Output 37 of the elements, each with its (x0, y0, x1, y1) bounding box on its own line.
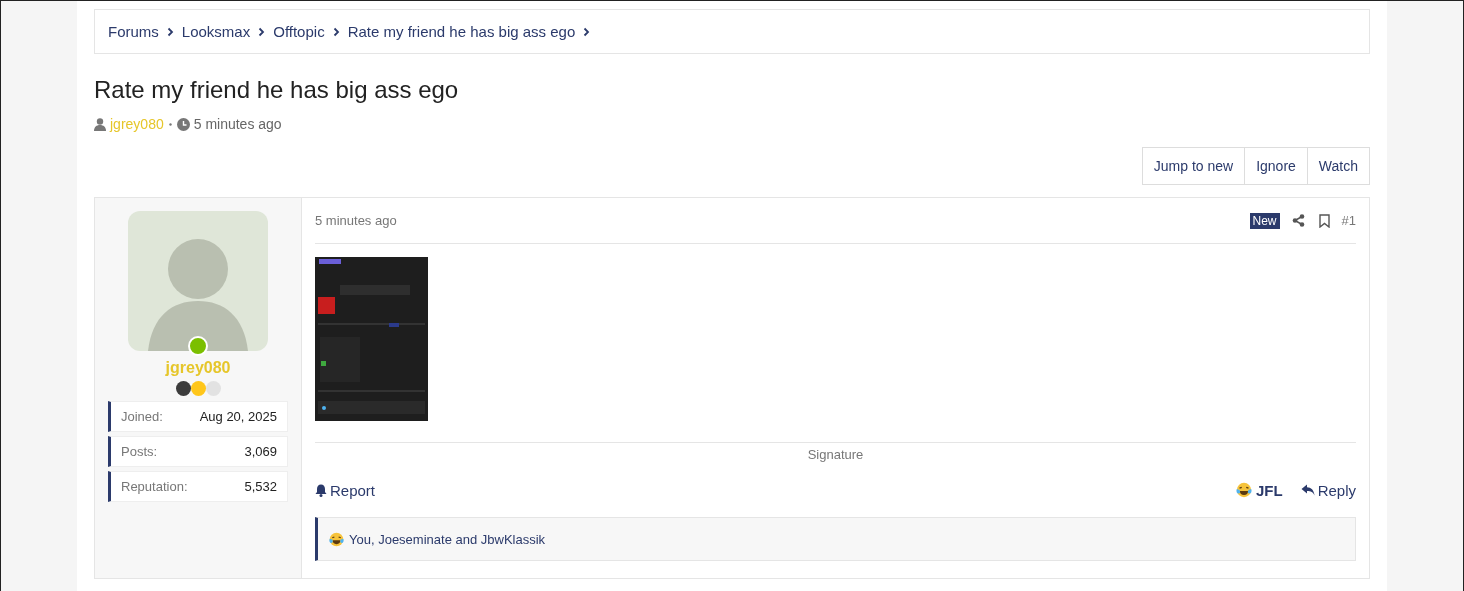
stat-value: 5,532 (244, 479, 277, 494)
user-icon (94, 117, 106, 131)
report-link[interactable]: Report (315, 481, 376, 499)
stat-label: Reputation: (121, 479, 188, 494)
laughing-crying-face-icon (1234, 481, 1253, 499)
breadcrumb-link[interactable]: Rate my friend he has big ass ego (347, 23, 576, 40)
laughing-crying-face-icon (328, 530, 345, 548)
reactions-summary-link[interactable]: You, Joeseminate and JbwKlassik (349, 531, 546, 547)
thread-time: 5 minutes ago (193, 116, 282, 132)
reply-arrow-icon (1300, 484, 1315, 496)
chevron-right-icon (332, 26, 340, 37)
post-time: 5 minutes ago (315, 213, 397, 228)
stat-value: 3,069 (244, 444, 277, 459)
thread-action-button[interactable]: Jump to new (1141, 147, 1246, 185)
thread-action-button[interactable]: Watch (1307, 147, 1370, 185)
breadcrumb-link[interactable]: Forums (108, 23, 159, 40)
separator-dot-icon (167, 121, 173, 127)
share-icon (1291, 214, 1305, 227)
stat-label: Posts: (121, 444, 158, 459)
chevron-right-icon (166, 26, 174, 37)
thread-action-button[interactable]: Ignore (1245, 147, 1308, 185)
new-badge: New (1249, 212, 1280, 229)
chevron-right-icon (258, 26, 266, 37)
bookmark-button[interactable] (1316, 211, 1332, 230)
reply-link[interactable]: Reply (1300, 481, 1356, 499)
clock-icon (176, 117, 190, 131)
reaction-button[interactable]: JFL (1234, 481, 1283, 499)
post-number-link[interactable]: #1 (1341, 213, 1356, 228)
breadcrumb-link[interactable]: Offtopic (273, 23, 325, 40)
stat-value: Aug 20, 2025 (199, 409, 277, 424)
breadcrumb-link[interactable]: Looksmax (181, 23, 251, 40)
bookmark-icon (1318, 213, 1330, 228)
signature-label: Signature (807, 447, 864, 462)
thread-title: Rate my friend he has big ass ego (94, 76, 460, 104)
bell-icon (315, 483, 327, 497)
chevron-right-icon (583, 26, 591, 37)
stat-label: Joined: (121, 409, 163, 424)
